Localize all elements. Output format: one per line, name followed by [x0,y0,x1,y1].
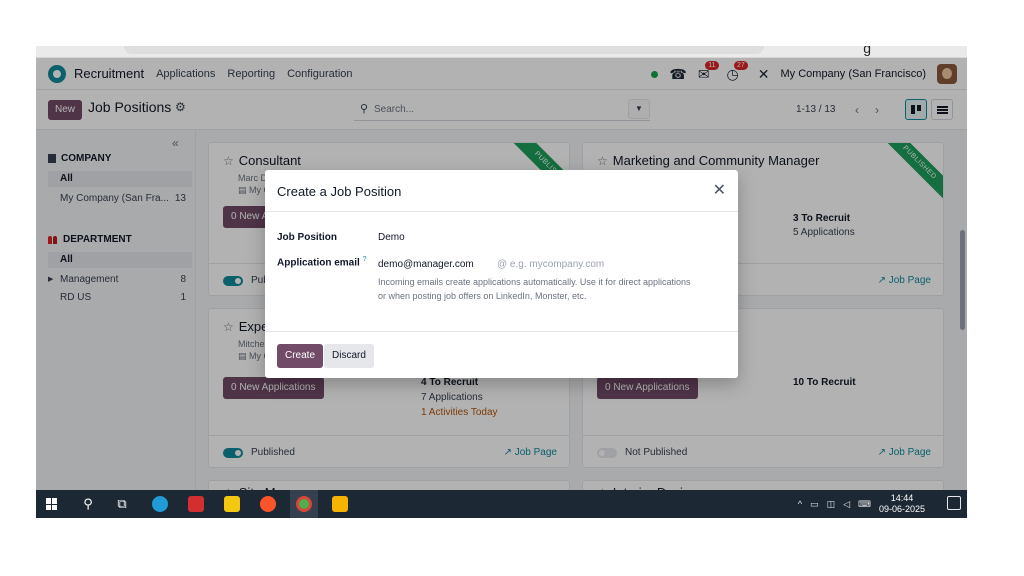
tray-chevron-icon[interactable]: ^ [798,499,802,509]
create-button[interactable]: Create [277,344,324,368]
email-help-text: Incoming emails create applications auto… [378,277,691,301]
clock-time: 14:44 [890,493,914,503]
browser-glyph: g [863,46,871,56]
windows-start-icon[interactable] [38,490,66,518]
create-job-dialog: Create a Job Position ✕ Job Position Dem… [265,170,738,378]
search-icon[interactable]: ⚲ [74,490,102,518]
browser-strip: g [36,46,967,58]
application-email-input[interactable]: demo@manager.com [378,259,474,270]
notification-icon[interactable] [947,496,961,510]
chrome-browser-icon[interactable] [290,490,318,518]
volume-icon[interactable]: ◁ [843,499,850,510]
screen: g Recruitment Applications Reporting Con… [36,46,967,518]
edge-browser-icon[interactable] [146,490,174,518]
windows-taskbar: ⚲ ⧉ ^ ▭ ◫ ◁ ⌨ 14:44 09-06-2025 [36,490,967,518]
keyboard-icon[interactable]: ⌨ [858,499,871,510]
acrobat-icon[interactable] [182,490,210,518]
battery-icon[interactable]: ▭ [810,499,819,510]
system-tray: ^ ▭ ◫ ◁ ⌨ [798,490,871,518]
network-icon[interactable]: ◫ [827,499,836,510]
file-explorer-icon[interactable] [326,490,354,518]
dialog-footer: Create Discard [265,331,738,378]
task-view-icon[interactable]: ⧉ [108,490,136,518]
job-position-input[interactable]: Demo [378,232,405,243]
dialog-header: Create a Job Position ✕ [265,170,738,212]
address-bar[interactable] [124,46,764,54]
discard-button[interactable]: Discard [324,344,374,368]
close-icon[interactable]: ✕ [713,180,726,200]
job-position-label: Job Position [277,232,337,243]
clock-date: 09-06-2025 [878,504,925,514]
help-tooltip-icon[interactable]: ? [363,256,367,263]
taskbar-clock[interactable]: 14:44 09-06-2025 [879,493,925,515]
dialog-title: Create a Job Position [277,184,402,199]
application-email-label: Application email ? [277,256,367,269]
email-domain-placeholder[interactable]: @ e.g. mycompany.com [497,259,604,270]
power-bi-icon[interactable] [218,490,246,518]
brave-browser-icon[interactable] [254,490,282,518]
